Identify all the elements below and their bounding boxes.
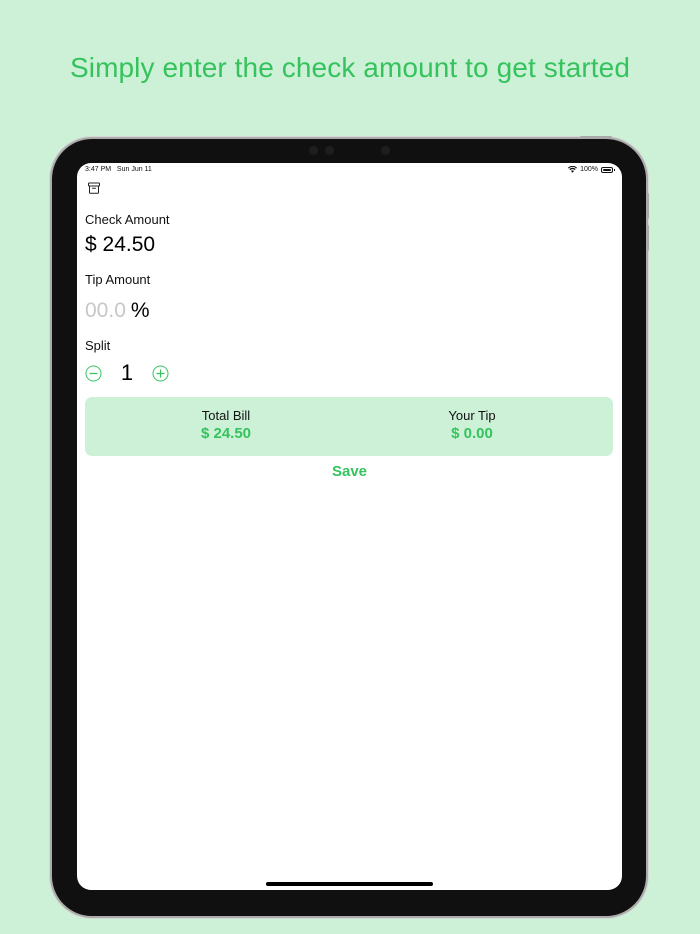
total-bill-value: $ 24.50 bbox=[200, 425, 252, 442]
total-bill-column: Total Bill $ 24.50 bbox=[126, 408, 326, 442]
status-bar: 3:47 PM Sun Jun 11 100% bbox=[85, 166, 615, 178]
tip-amount-input[interactable]: 00.0 bbox=[85, 299, 126, 323]
archive-box-icon bbox=[88, 182, 100, 194]
plus-circle-icon[interactable] bbox=[152, 365, 169, 382]
tip-amount-label: Tip Amount bbox=[85, 272, 151, 287]
proximity-sensor bbox=[381, 146, 390, 155]
top-button bbox=[580, 136, 612, 139]
tip-amount-row: 00.0 % bbox=[85, 299, 150, 323]
status-time: 3:47 PM bbox=[85, 166, 112, 173]
home-indicator[interactable] bbox=[266, 882, 433, 886]
status-indicators: 100% bbox=[568, 166, 615, 173]
tip-percent-symbol: % bbox=[130, 299, 150, 322]
status-time-date: 3:47 PM Sun Jun 11 bbox=[85, 166, 152, 173]
your-tip-label: Your Tip bbox=[448, 408, 496, 423]
split-label: Split bbox=[85, 338, 111, 353]
archive-button[interactable] bbox=[87, 181, 101, 195]
volume-down-button bbox=[646, 225, 649, 251]
face-id-sensor bbox=[325, 146, 334, 155]
total-bill-label: Total Bill bbox=[201, 408, 251, 423]
check-amount-label: Check Amount bbox=[85, 212, 170, 227]
wifi-icon bbox=[568, 166, 578, 173]
marketing-headline: Simply enter the check amount to get sta… bbox=[69, 52, 631, 83]
app-screen: 3:47 PM Sun Jun 11 100% Check Amount $ 2… bbox=[77, 163, 622, 890]
battery-percent: 100% bbox=[580, 166, 598, 173]
your-tip-value: $ 0.00 bbox=[451, 425, 493, 442]
battery-icon bbox=[601, 166, 615, 173]
minus-circle-icon[interactable] bbox=[85, 365, 102, 382]
status-date: Sun Jun 11 bbox=[116, 166, 152, 173]
bill-summary-card: Total Bill $ 24.50 Your Tip $ 0.00 bbox=[85, 397, 613, 456]
split-stepper: 1 bbox=[85, 360, 169, 386]
front-camera bbox=[309, 146, 318, 155]
check-amount-input[interactable]: $ 24.50 bbox=[85, 233, 155, 257]
volume-up-button bbox=[646, 193, 649, 219]
save-button[interactable]: Save bbox=[77, 463, 622, 480]
your-tip-column: Your Tip $ 0.00 bbox=[372, 408, 572, 442]
split-count: 1 bbox=[120, 360, 134, 385]
